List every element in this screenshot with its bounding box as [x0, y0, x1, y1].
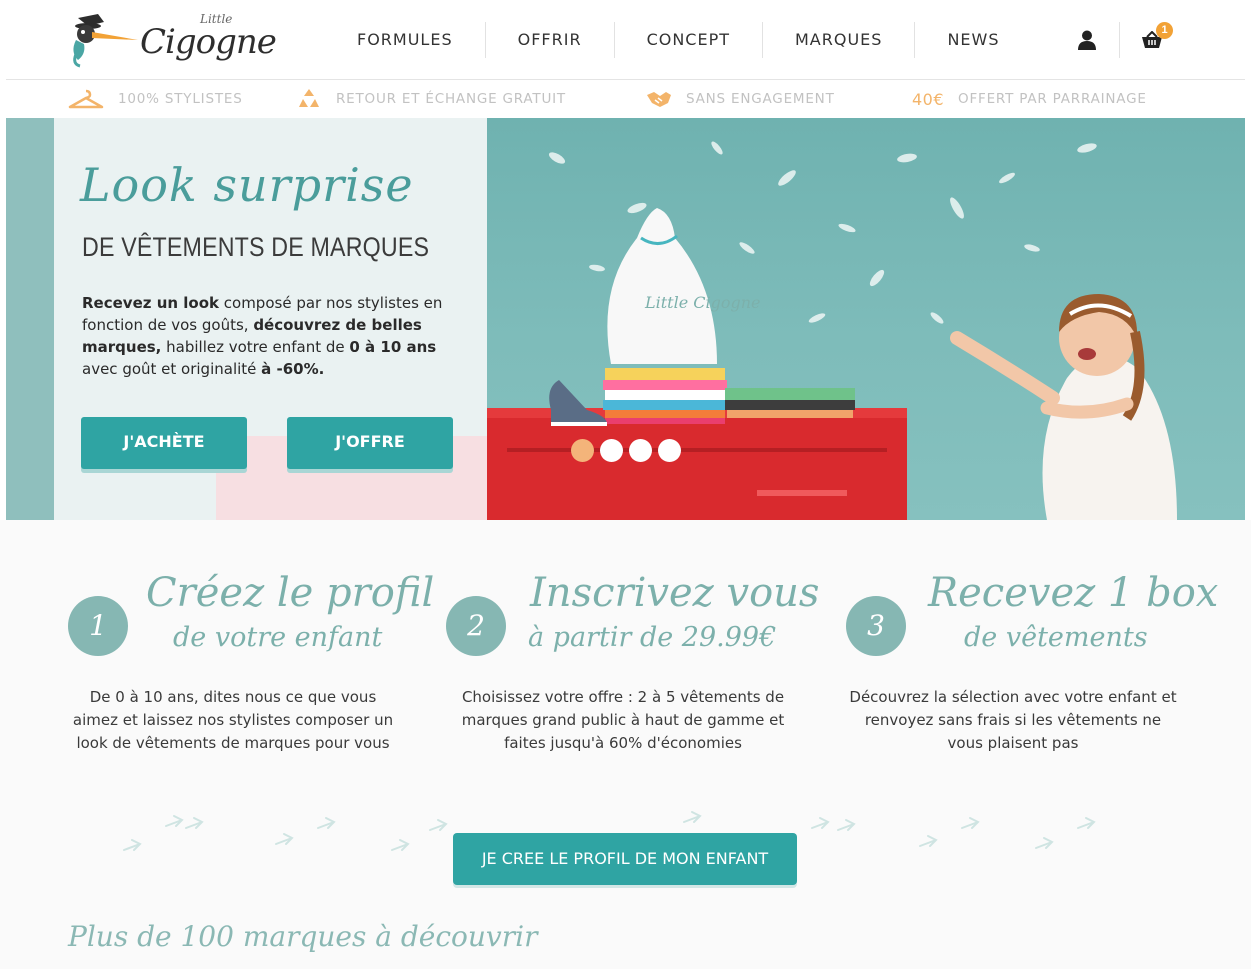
benefit-stylists-text: 100% STYLISTES	[118, 91, 243, 107]
user-icon	[1078, 30, 1096, 50]
benefit-return: RETOUR ET ÉCHANGE GRATUIT	[296, 80, 566, 118]
header-icons: 1	[1055, 22, 1183, 58]
hero-script-title: Look surprise	[80, 158, 414, 212]
recycle-icon	[299, 89, 319, 107]
logo-wordmark: Cigogne	[140, 22, 277, 62]
benefits-bar: 100% STYLISTES RETOUR ET ÉCHANGE GRATUIT…	[0, 80, 1251, 118]
hero-description: Recevez un look composé par nos styliste…	[82, 294, 443, 378]
logo[interactable]: Little Cigogne	[66, 10, 277, 72]
site-header: Little Cigogne FORMULES OFFRIR CONCEPT M…	[0, 0, 1251, 80]
cart-button[interactable]: 1	[1119, 22, 1183, 58]
benefit-stylists: 100% STYLISTES	[68, 80, 243, 118]
buy-button[interactable]: J'ACHÈTE	[81, 417, 247, 469]
hero-banner: Little Cigogne Look surprise DE VÊTEMENT…	[6, 118, 1245, 520]
nav-marques[interactable]: MARQUES	[763, 22, 916, 58]
benefit-no-commitment-text: SANS ENGAGEMENT	[686, 91, 835, 107]
nav-formules[interactable]: FORMULES	[325, 22, 486, 58]
slider-dot-2[interactable]	[600, 439, 623, 462]
main-nav: FORMULES OFFRIR CONCEPT MARQUES NEWS	[325, 22, 1032, 58]
step-subtitle: de vêtements	[964, 622, 1148, 653]
hanger-icon	[68, 89, 104, 109]
step-number: 1	[68, 596, 128, 656]
step-subtitle: de votre enfant	[173, 622, 383, 653]
step-title: Inscrivez vous	[530, 570, 820, 616]
step-number: 2	[446, 596, 506, 656]
bag-brand-text: Little Cigogne	[644, 293, 761, 312]
how-it-works: 1 Créez le profil de votre enfant De 0 à…	[0, 520, 1251, 969]
hero-subtitle: DE VÊTEMENTS DE MARQUES	[82, 232, 430, 262]
step-description: Choisissez votre offre : 2 à 5 vêtements…	[461, 688, 785, 752]
nav-news[interactable]: NEWS	[915, 22, 1031, 58]
account-button[interactable]	[1055, 22, 1119, 58]
step-title: Créez le profil	[146, 570, 435, 616]
step-subtitle: à partir de 29.99€	[528, 622, 777, 653]
gift-button[interactable]: J'OFFRE	[287, 417, 453, 469]
step-description: De 0 à 10 ans, dites nous ce que vous ai…	[72, 688, 394, 752]
step-title: Recevez 1 box	[928, 570, 1219, 616]
slider-dot-3[interactable]	[629, 439, 652, 462]
nav-offrir[interactable]: OFFRIR	[486, 22, 615, 58]
create-profile-button[interactable]: JE CREE LE PROFIL DE MON ENFANT	[453, 833, 797, 885]
step-number: 3	[846, 596, 906, 656]
benefit-referral-text: OFFERT PAR PARRAINAGE	[958, 91, 1147, 107]
slider-dot-4[interactable]	[658, 439, 681, 462]
benefit-referral: 40€ OFFERT PAR PARRAINAGE	[912, 80, 1147, 118]
cart-count-badge: 1	[1156, 22, 1173, 39]
slider-dots	[571, 439, 681, 462]
brands-heading: Plus de 100 marques à découvrir	[68, 920, 538, 953]
step-description: Découvrez la sélection avec votre enfant…	[849, 688, 1177, 752]
handshake-icon	[647, 92, 671, 107]
referral-amount: 40€	[912, 89, 945, 109]
nav-concept[interactable]: CONCEPT	[615, 22, 763, 58]
benefit-no-commitment: SANS ENGAGEMENT	[646, 80, 835, 118]
slider-dot-1[interactable]	[571, 439, 594, 462]
benefit-return-text: RETOUR ET ÉCHANGE GRATUIT	[336, 91, 566, 107]
